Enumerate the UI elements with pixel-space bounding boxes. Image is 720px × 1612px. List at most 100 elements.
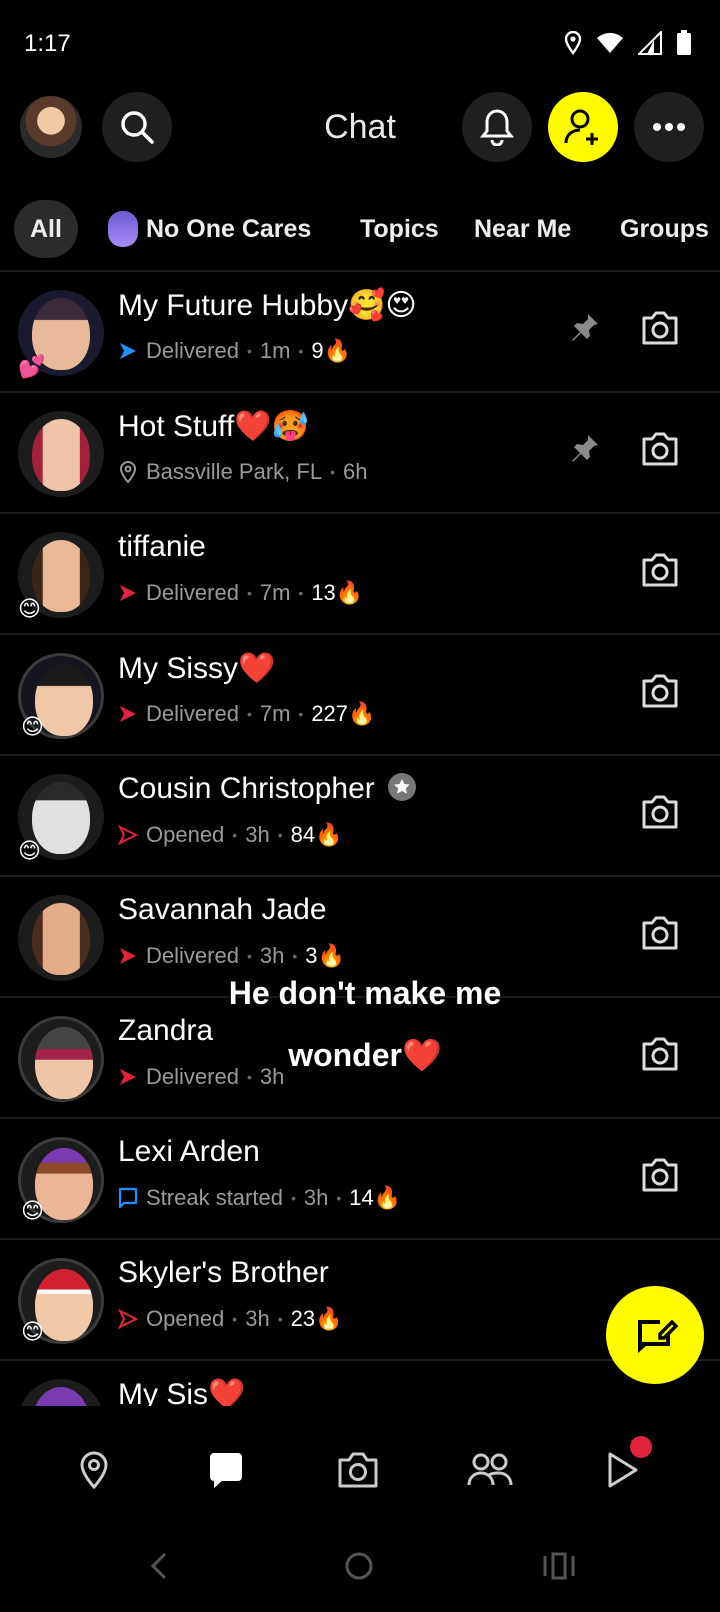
camera-icon: [338, 1452, 378, 1488]
avatar[interactable]: 😊: [18, 532, 104, 621]
home-button[interactable]: [334, 1546, 384, 1586]
avatar[interactable]: 😊: [18, 1137, 104, 1223]
filter-near-me[interactable]: Near Me: [474, 200, 571, 258]
filter-groups[interactable]: Groups: [620, 200, 709, 258]
avatar[interactable]: 😊: [18, 653, 104, 739]
separator-dot: •: [330, 464, 335, 480]
filter-label: No One Cares: [146, 214, 312, 243]
friend-emoji-icon: 😊: [21, 1319, 44, 1344]
chat-tab-icon: [210, 1453, 242, 1488]
delivered-arrow-icon: [120, 585, 136, 601]
camera-reply-icon[interactable]: [640, 915, 680, 951]
chat-row[interactable]: My Sis❤️: [0, 1361, 720, 1406]
location-pin-icon: [119, 461, 137, 483]
filter-all[interactable]: All: [14, 200, 78, 258]
camera-reply-icon[interactable]: [640, 1157, 680, 1193]
group-avatar-icon: [108, 211, 138, 247]
nav-camera[interactable]: [334, 1446, 382, 1494]
chat-status: Opened: [146, 822, 225, 847]
nav-map[interactable]: [70, 1446, 118, 1494]
chat-row[interactable]: Hot Stuff❤️🥵 Bassville Park, FL • 6h: [0, 393, 720, 514]
avatar[interactable]: 😊: [18, 774, 104, 863]
back-button[interactable]: [134, 1546, 184, 1586]
chat-subtitle: Bassville Park, FL • 6h: [118, 459, 367, 485]
chat-row[interactable]: Savannah Jade Delivered • 3h • 3🔥: [0, 877, 720, 998]
chat-name: Lexi Arden: [118, 1135, 260, 1168]
delivered-arrow-icon: [120, 343, 136, 359]
chat-header: Chat: [0, 90, 720, 170]
friend-emoji-icon: 😊: [21, 1198, 44, 1223]
bell-icon: [479, 109, 515, 146]
avatar[interactable]: 😊: [18, 1258, 104, 1344]
chat-name: Savannah Jade: [118, 893, 327, 926]
avatar[interactable]: [18, 895, 104, 981]
chat-subtitle: Delivered • 1m • 9🔥: [118, 338, 351, 364]
status-bar: 1:17: [0, 0, 720, 90]
signal-icon: [638, 31, 662, 55]
chat-subtitle: Delivered • 7m • 13🔥: [118, 580, 363, 606]
separator-dot: •: [298, 585, 304, 601]
delivered-arrow-icon: [120, 1069, 136, 1085]
battery-icon: [677, 30, 691, 55]
streak-count: 13🔥: [311, 580, 364, 605]
chat-name: My Sissy❤️: [118, 652, 276, 685]
chat-row[interactable]: 😊 tiffanie Delivered • 7m • 13🔥: [0, 514, 720, 635]
camera-reply-icon[interactable]: [640, 310, 680, 346]
chat-time: 1m: [259, 338, 291, 363]
chat-row[interactable]: Zandra Delivered • 3h: [0, 998, 720, 1119]
nav-stories[interactable]: [466, 1446, 514, 1494]
chat-name: Hot Stuff❤️🥵: [118, 410, 309, 443]
pin-icon: [572, 314, 598, 341]
delivered-arrow-icon: [120, 948, 136, 964]
separator-dot: •: [298, 343, 304, 359]
star-badge-icon: [388, 773, 417, 801]
opened-arrow-icon: [118, 825, 138, 845]
separator-dot: •: [232, 1311, 238, 1327]
chat-status: Delivered: [146, 943, 239, 968]
camera-reply-icon[interactable]: [640, 794, 680, 830]
opened-arrow-icon: [118, 1309, 138, 1329]
recents-button[interactable]: [534, 1546, 584, 1586]
separator-dot: •: [246, 948, 252, 964]
avatar[interactable]: 💕: [18, 290, 104, 379]
camera-reply-icon[interactable]: [640, 673, 680, 709]
filter-no-one-cares[interactable]: No One Cares: [108, 200, 311, 258]
camera-reply-icon[interactable]: [640, 1036, 680, 1072]
chat-row[interactable]: 💕 My Future Hubby🥰😍 Delivered • 1m • 9🔥: [0, 272, 720, 393]
avatar[interactable]: [18, 1379, 104, 1406]
camera-reply-icon[interactable]: [640, 552, 680, 588]
android-nav-bar: [0, 1526, 720, 1612]
notification-dot: [630, 1436, 652, 1458]
separator-dot: •: [246, 585, 252, 601]
streak-count: 3🔥: [305, 943, 345, 968]
back-chevron-icon: [150, 1552, 167, 1580]
separator-dot: •: [277, 1311, 283, 1327]
nav-spotlight[interactable]: [598, 1436, 652, 1494]
chat-row[interactable]: 😊 Lexi Arden Streak started • 3h • 14🔥: [0, 1119, 720, 1240]
separator-dot: •: [277, 827, 283, 843]
nav-chat[interactable]: [202, 1446, 250, 1494]
chat-row[interactable]: 😊 My Sissy❤️ Delivered • 7m • 227🔥: [0, 635, 720, 756]
separator-dot: •: [298, 706, 304, 722]
pin-icon: [572, 435, 598, 462]
chat-list[interactable]: 💕 My Future Hubby🥰😍 Delivered • 1m • 9🔥 …: [0, 272, 720, 1406]
notifications-button[interactable]: [462, 92, 532, 162]
add-friend-button[interactable]: [548, 92, 618, 162]
chat-time: 3h: [303, 1185, 329, 1210]
new-chat-button[interactable]: [606, 1286, 704, 1384]
home-circle-icon: [345, 1552, 373, 1580]
chat-subtitle: Opened • 3h • 84🔥: [118, 822, 342, 848]
more-options-button[interactable]: [634, 92, 704, 162]
recents-icon: [543, 1552, 575, 1580]
chat-bubble-icon: [118, 1187, 138, 1209]
chat-row[interactable]: 😊 Cousin Christopher Opened • 3h • 84🔥: [0, 756, 720, 877]
chat-status: Opened: [146, 1306, 225, 1331]
wifi-icon: [597, 32, 623, 53]
friend-emoji-icon: 😊: [18, 838, 41, 863]
camera-reply-icon[interactable]: [640, 431, 680, 467]
avatar[interactable]: [18, 411, 104, 497]
filter-topics[interactable]: Topics: [360, 200, 439, 258]
chat-time: 3h: [245, 822, 270, 847]
avatar[interactable]: [18, 1016, 104, 1102]
separator-dot: •: [246, 706, 252, 722]
